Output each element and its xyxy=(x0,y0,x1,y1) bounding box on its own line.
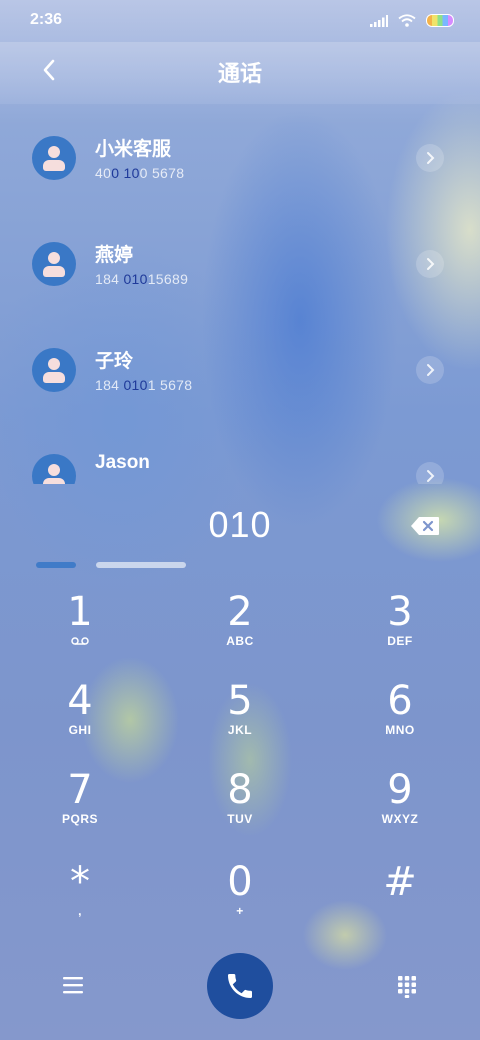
contact-name: 小米客服 xyxy=(95,139,172,160)
key-7[interactable]: 7 PQRS xyxy=(0,758,160,846)
key-3[interactable]: 3 DEF xyxy=(320,580,480,668)
voicemail-icon xyxy=(71,637,89,645)
key-1[interactable]: 1 xyxy=(0,580,160,668)
list-peek-avatar xyxy=(36,562,76,568)
chevron-right-icon xyxy=(427,152,435,164)
avatar xyxy=(32,242,76,286)
key-4[interactable]: 4 GHI xyxy=(0,669,160,757)
key-star[interactable]: * , xyxy=(0,850,160,938)
app-header: 通话 xyxy=(0,42,480,104)
list-peek-name xyxy=(96,562,186,568)
dial-keypad: 1 2 ABC 3 DEF 4 GHI 5 JKL 6 MNO 7 PQRS 8… xyxy=(0,580,480,940)
phone-icon xyxy=(228,974,252,998)
contact-number: 184 0101 5678 xyxy=(95,377,193,393)
contact-number: 184 01015689 xyxy=(95,271,189,287)
signal-icon xyxy=(370,14,388,27)
key-8[interactable]: 8 TUV xyxy=(160,758,320,846)
status-bar: 2:36 xyxy=(0,0,480,42)
contact-name: Jason xyxy=(95,452,150,473)
status-icons xyxy=(370,14,454,27)
key-6[interactable]: 6 MNO xyxy=(320,669,480,757)
contact-detail-button[interactable] xyxy=(416,250,444,278)
contact-row[interactable]: 小米客服 400 100 5678 xyxy=(0,104,480,210)
key-hash[interactable]: # xyxy=(320,850,480,938)
wifi-icon xyxy=(398,14,416,27)
backspace-icon[interactable] xyxy=(410,516,440,536)
keypad-grid-icon[interactable] xyxy=(396,974,418,998)
avatar xyxy=(32,454,76,484)
contact-name: 燕婷 xyxy=(95,245,134,266)
contact-row[interactable]: Jason xyxy=(0,422,480,484)
chevron-right-icon xyxy=(427,470,435,482)
status-time: 2:36 xyxy=(30,11,63,28)
contact-detail-button[interactable] xyxy=(416,462,444,484)
menu-icon[interactable] xyxy=(62,975,84,995)
chevron-right-icon xyxy=(427,364,435,376)
page-title: 通话 xyxy=(217,61,262,86)
key-2[interactable]: 2 ABC xyxy=(160,580,320,668)
key-9[interactable]: 9 WXYZ xyxy=(320,758,480,846)
contact-row[interactable]: 燕婷 184 01015689 xyxy=(0,210,480,316)
bottom-action-bar xyxy=(0,950,480,1030)
avatar xyxy=(32,136,76,180)
avatar xyxy=(32,348,76,392)
battery-icon xyxy=(426,14,454,27)
contact-number: 400 100 5678 xyxy=(95,165,185,181)
contact-list[interactable]: 小米客服 400 100 5678 燕婷 184 01015689 子玲 184… xyxy=(0,104,480,484)
chevron-right-icon xyxy=(427,258,435,270)
call-button[interactable] xyxy=(207,953,273,1019)
dialed-digits: 010 xyxy=(208,504,272,545)
dialed-number-display: 010 xyxy=(0,500,480,556)
contact-detail-button[interactable] xyxy=(416,356,444,384)
contact-detail-button[interactable] xyxy=(416,144,444,172)
contact-name: 子玲 xyxy=(95,351,134,372)
key-5[interactable]: 5 JKL xyxy=(160,669,320,757)
contact-row[interactable]: 子玲 184 0101 5678 xyxy=(0,316,480,422)
key-0[interactable]: 0 + xyxy=(160,850,320,938)
